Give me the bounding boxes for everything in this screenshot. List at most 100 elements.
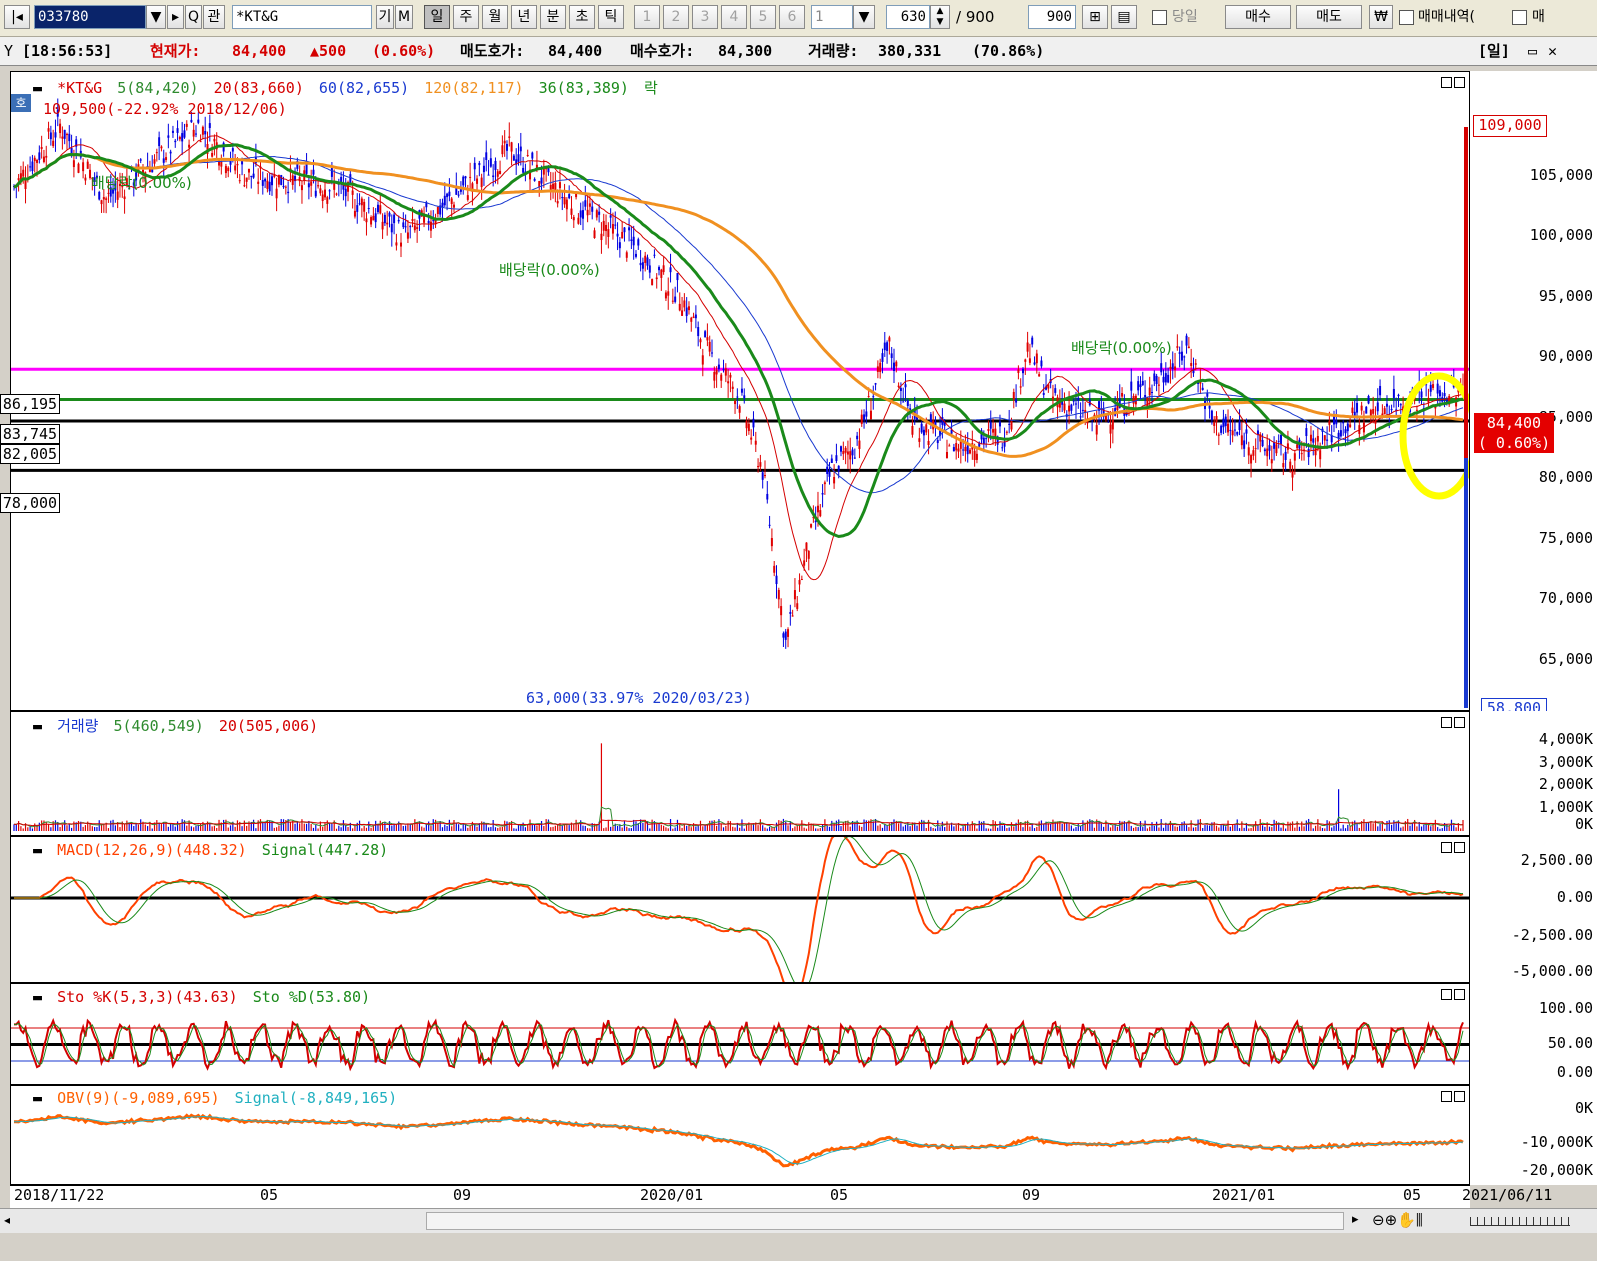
candle-body [634, 253, 637, 257]
candle-body [651, 279, 654, 286]
candle-body [370, 217, 373, 225]
candle-body [683, 300, 686, 308]
obv-pane[interactable]: ▬ OBV(9)(-9,089,695) Signal(-8,849,165) [10, 1085, 1470, 1185]
scroll-thumb[interactable] [426, 1212, 1344, 1230]
search-icon[interactable]: Q [185, 5, 202, 29]
candle-body [326, 197, 329, 204]
candle-body [1236, 431, 1239, 435]
buy-button[interactable]: 매수 [1225, 5, 1291, 29]
candle-body [639, 262, 642, 266]
candle-body [158, 137, 161, 147]
scroll-left-icon[interactable]: ◂ [4, 1213, 10, 1227]
candle-body [821, 493, 824, 495]
minute-3-button[interactable]: 3 [692, 5, 718, 29]
chart-scrollbar[interactable]: ◂ ▸ ⊖⊕✋⫼ [0, 1208, 1597, 1233]
candle-body [54, 132, 57, 138]
volume-pane[interactable]: ▬ 거래량 5(460,549) 20(505,006) [10, 711, 1470, 836]
candle-body [1139, 384, 1142, 388]
candle-body [892, 362, 895, 372]
period-tick-button[interactable]: 틱 [598, 5, 624, 29]
price-chart-pane[interactable]: ▬ *KT&G 5(84,420) 20(83,660) 60(82,655) … [10, 71, 1470, 711]
count-max-input[interactable]: 900 [1028, 5, 1076, 29]
candle-body [828, 471, 831, 477]
candle-body [593, 230, 596, 239]
candle-body [1208, 405, 1211, 409]
candle-body [1070, 404, 1073, 411]
candle-body [245, 177, 248, 182]
period-year-button[interactable]: 년 [511, 5, 537, 29]
candle-body [1342, 422, 1345, 424]
window-minimize-icon[interactable]: ▭ [1528, 37, 1537, 65]
candle-body [234, 165, 237, 171]
legend-obv: OBV(9)(-9,089,695) [57, 1089, 220, 1107]
stoch-tick-100: 100.00 [1538, 999, 1593, 1017]
candle-body [29, 166, 32, 168]
volume-y-axis: 4,000K 3,000K 2,000K 1,000K 0K [1470, 711, 1597, 836]
candle-body [584, 200, 587, 207]
candle-body [201, 126, 204, 135]
candle-body [1042, 392, 1045, 395]
scroll-right-icon[interactable]: ▸ [1352, 1212, 1359, 1227]
stoch-tick-0: 0.00 [1556, 1063, 1593, 1081]
candle-body [623, 227, 626, 233]
candle-body [646, 257, 649, 266]
chart-settings-icon[interactable]: ⊞ [1082, 5, 1108, 29]
gi-button[interactable]: 기 [376, 5, 394, 29]
toolbar: |◂ 033780 ▼ ▸ Q 관 *KT&G 기 M 일 주 월 년 분 초 … [0, 0, 1597, 37]
candle-body [448, 191, 451, 197]
period-day-button[interactable]: 일 [424, 5, 450, 29]
minute-5-button[interactable]: 5 [750, 5, 776, 29]
window-close-icon[interactable]: ✕ [1548, 37, 1557, 65]
candle-body [464, 176, 467, 179]
period-week-button[interactable]: 주 [453, 5, 479, 29]
candle-body [59, 123, 62, 134]
candle-body [740, 388, 743, 393]
save-icon[interactable]: ▤ [1111, 5, 1137, 29]
count-spinner-icon[interactable]: ▲ ▼ [930, 5, 950, 29]
candle-body [328, 190, 331, 192]
candle-body [1040, 360, 1043, 367]
trade-history-checkbox[interactable] [1399, 10, 1414, 25]
stock-name-field[interactable]: *KT&G [232, 5, 372, 29]
minute-dropdown-icon[interactable]: ▼ [853, 5, 875, 29]
stochastic-pane[interactable]: ▬ Sto %K(5,3,3)(43.63) Sto %D(53.80) [10, 983, 1470, 1085]
candle-body [969, 449, 972, 454]
trade-checkbox-2[interactable] [1512, 10, 1527, 25]
sell-button[interactable]: 매도 [1296, 5, 1362, 29]
favorites-button[interactable]: 관 [203, 5, 225, 29]
minute-select[interactable]: 1 [811, 5, 853, 29]
period-second-button[interactable]: 초 [569, 5, 595, 29]
count-input[interactable]: 630 [886, 5, 930, 29]
code-dropdown-icon[interactable]: ▼ [146, 5, 166, 29]
candle-body [1144, 395, 1147, 398]
macd-pane[interactable]: ▬ MACD(12,26,9)(448.32) Signal(447.28) [10, 836, 1470, 983]
candle-body [998, 421, 1001, 427]
won-button[interactable]: ₩ [1369, 5, 1393, 29]
period-minute-button[interactable]: 분 [540, 5, 566, 29]
pin-icon[interactable]: Y [4, 37, 13, 65]
candle-body [858, 440, 861, 449]
minute-2-button[interactable]: 2 [663, 5, 689, 29]
same-day-checkbox[interactable] [1152, 10, 1167, 25]
dividend-note-2: 배당락(0.00%) [499, 261, 600, 279]
stock-code-input[interactable]: 033780 [34, 5, 146, 29]
candle-body [98, 191, 101, 200]
period-month-button[interactable]: 월 [482, 5, 508, 29]
candle-body [1392, 388, 1395, 398]
minute-4-button[interactable]: 4 [721, 5, 747, 29]
m-button[interactable]: M [395, 5, 413, 29]
candle-body [655, 277, 658, 280]
quote-badge[interactable]: 호 [11, 94, 31, 112]
zoom-controls[interactable]: ⊖⊕✋⫼ [1372, 1211, 1423, 1229]
next-arrow-icon[interactable]: ▸ [167, 5, 184, 29]
minute-1-button[interactable]: 1 [634, 5, 660, 29]
candle-body [945, 451, 948, 459]
minute-6-button[interactable]: 6 [779, 5, 805, 29]
zoom-slider[interactable] [1470, 1217, 1570, 1226]
candle-body [722, 368, 725, 370]
volume-pct: (70.86%) [972, 42, 1045, 60]
candle-body [987, 428, 990, 431]
candle-body [510, 142, 513, 152]
first-page-button[interactable]: |◂ [4, 5, 30, 29]
candle-body [1415, 409, 1418, 411]
